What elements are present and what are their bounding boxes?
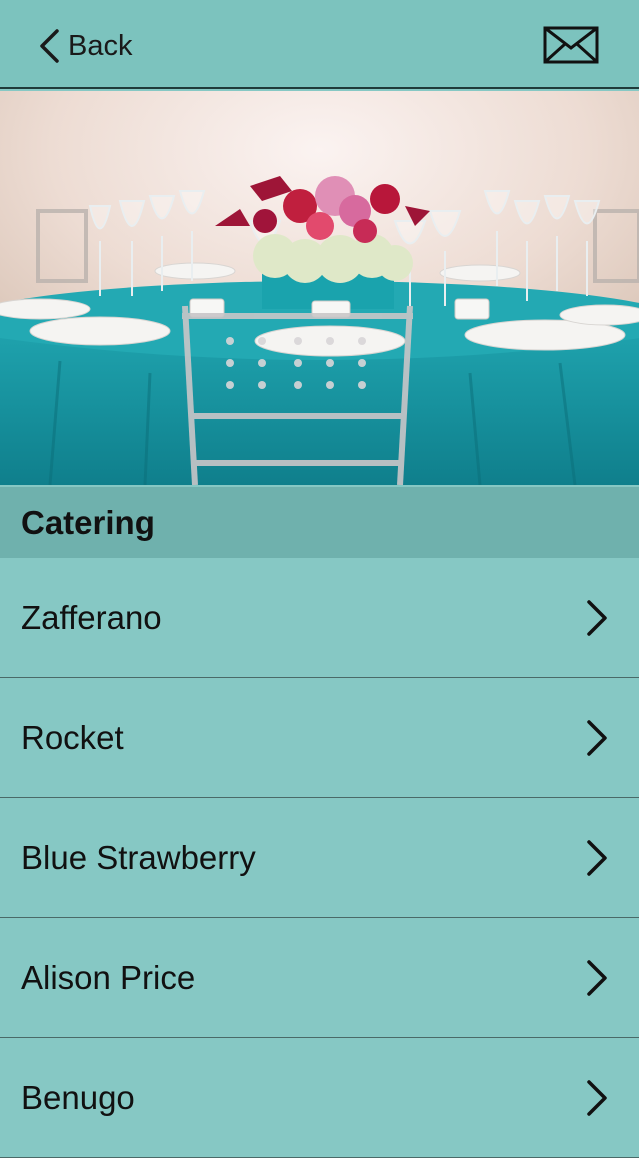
list-item[interactable]: Benugo (0, 1038, 639, 1158)
back-label: Back (68, 29, 133, 62)
chevron-right-icon (587, 600, 607, 636)
list-item-label: Benugo (21, 1079, 135, 1116)
section-title: Catering (21, 503, 155, 541)
chevron-right-icon (587, 1080, 607, 1116)
list-item-label: Blue Strawberry (21, 839, 256, 876)
chevron-right-icon (587, 720, 607, 756)
catering-list: Zafferano Rocket Blue Strawberry Alison … (0, 558, 639, 1158)
list-item[interactable]: Zafferano (0, 558, 639, 678)
list-item[interactable]: Alison Price (0, 918, 639, 1038)
chevron-right-icon (587, 840, 607, 876)
list-item-label: Rocket (21, 719, 124, 756)
chevron-left-icon (40, 29, 59, 63)
banquet-table-photo (0, 91, 639, 485)
back-button[interactable]: Back (38, 24, 132, 68)
section-header: Catering (0, 487, 639, 558)
list-item-label: Zafferano (21, 599, 162, 636)
list-item-label: Alison Price (21, 959, 196, 996)
chevron-right-icon (587, 960, 607, 996)
list-item[interactable]: Blue Strawberry (0, 798, 639, 918)
mail-envelope-icon[interactable] (543, 26, 599, 64)
top-navigation-bar: Back (0, 0, 639, 89)
list-item[interactable]: Rocket (0, 678, 639, 798)
hero-image (0, 91, 639, 485)
